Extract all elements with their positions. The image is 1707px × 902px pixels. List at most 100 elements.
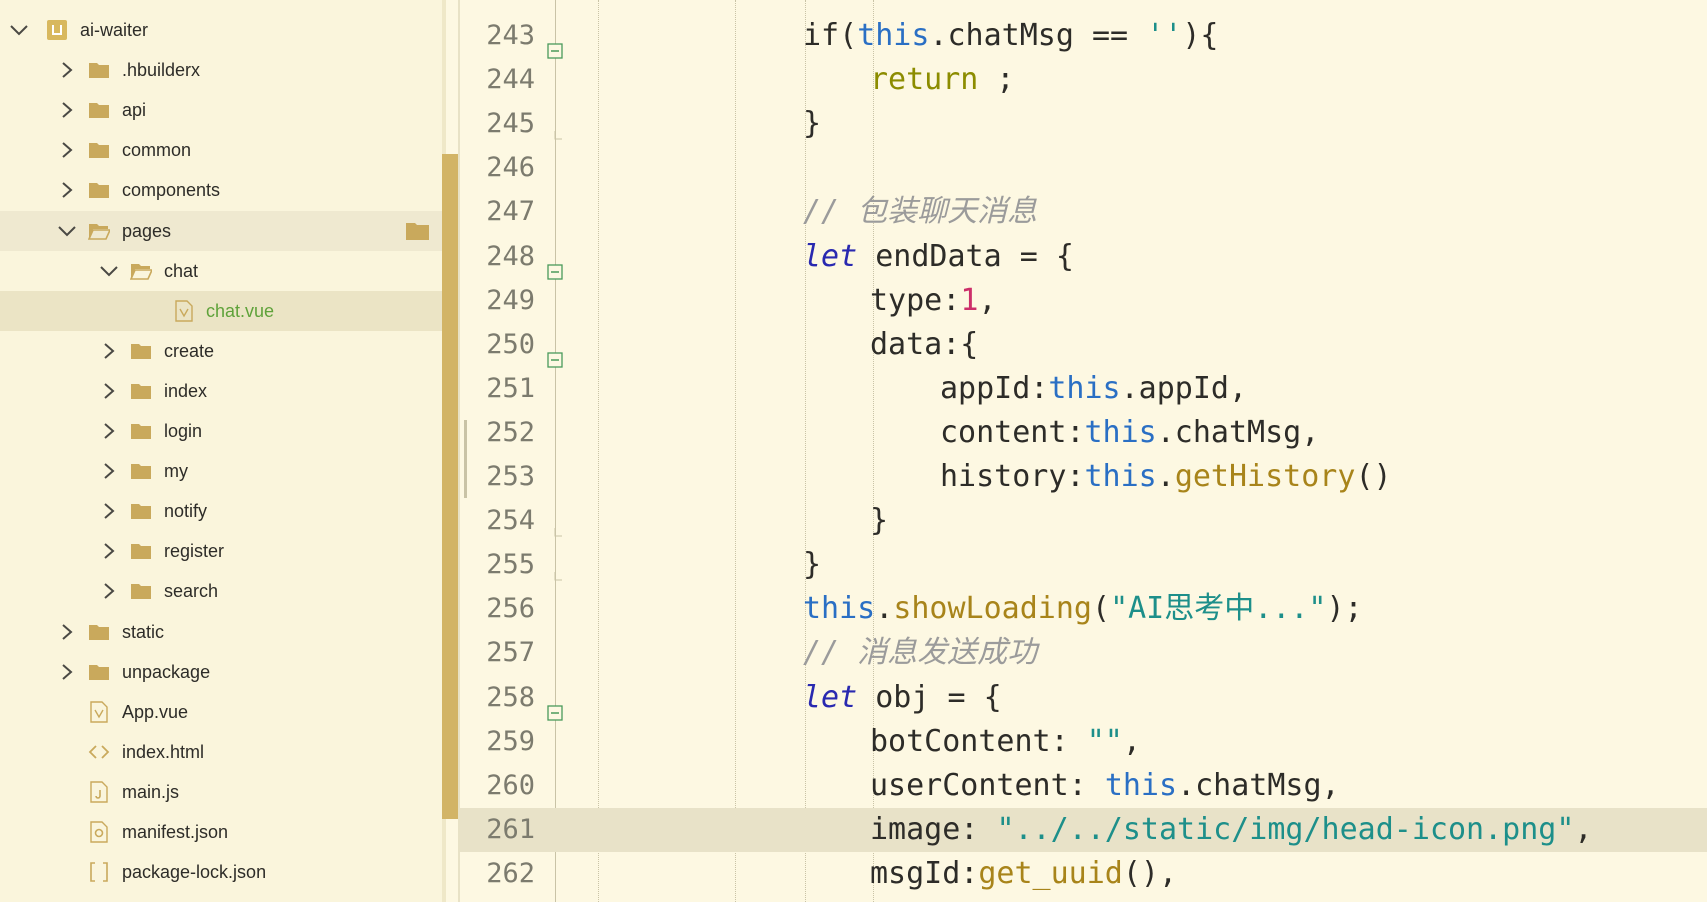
code-token: , [1122, 723, 1141, 759]
code-token: this [1104, 767, 1178, 803]
chevron-right-icon[interactable] [102, 422, 116, 440]
code-line[interactable]: 246 [460, 146, 1707, 190]
chevron-right-icon[interactable] [102, 462, 116, 480]
tree-folder-pages[interactable]: pages [0, 210, 442, 251]
code-line[interactable]: 250 data:{ [460, 323, 1707, 368]
line-number: 250 [486, 328, 535, 360]
code-token: 1 [960, 282, 979, 318]
code-line[interactable]: 261 image: "../../static/img/head-icon.pn… [460, 807, 1707, 852]
folder-icon [130, 580, 152, 602]
code-line[interactable]: 247 // 包装聊天消息 [460, 190, 1707, 234]
tree-folder-register[interactable]: register [0, 531, 442, 571]
tree-item-label: my [164, 461, 188, 482]
code-content: if(this.chatMsg == ''){ [803, 14, 1218, 58]
manifest-file-icon [88, 821, 110, 843]
fold-collapse-icon[interactable] [547, 28, 563, 59]
code-line[interactable]: 244 return ; [460, 58, 1707, 102]
code-line[interactable]: 248 let endData = { [460, 235, 1707, 280]
tree-folder-my[interactable]: my [0, 451, 442, 491]
chevron-right-icon[interactable] [60, 663, 74, 681]
code-line[interactable]: 251 appId:this.appId, [460, 367, 1707, 411]
tree-folder-search[interactable]: search [0, 571, 442, 611]
code-content: msgId:get_uuid(), [870, 852, 1177, 896]
chevron-right-icon[interactable] [102, 382, 116, 400]
tree-folder-index[interactable]: index [0, 371, 442, 411]
folder-open-icon [87, 220, 112, 242]
code-line[interactable]: 253 history:this.getHistory() [460, 455, 1707, 499]
code-token: '' [1146, 18, 1183, 53]
code-token: ( [1092, 591, 1111, 627]
line-number: 256 [486, 593, 535, 625]
line-number: 248 [486, 240, 535, 272]
tree-folder-hbuilderx[interactable]: .hbuilderx [0, 50, 442, 90]
chevron-right-icon[interactable] [60, 181, 74, 199]
tree-file-package-lock-json[interactable]: package-lock.json [0, 852, 442, 892]
fold-collapse-icon[interactable] [547, 249, 563, 280]
tree-folder-ai-waiter[interactable]: ai-waiter [0, 10, 442, 50]
tree-item-label: .hbuilderx [122, 60, 201, 81]
tree-item-label: components [122, 180, 221, 201]
code-line[interactable]: 243 if(this.chatMsg == ''){ [460, 14, 1707, 59]
code-line[interactable]: 256 this.showLoading("AI思考中..."); [460, 587, 1707, 631]
code-token: this [803, 591, 876, 627]
code-line[interactable]: 260 userContent: this.chatMsg, [460, 764, 1707, 808]
tree-file-app-vue[interactable]: App.vue [0, 692, 442, 732]
code-content: } [870, 499, 888, 543]
code-token: () [1355, 459, 1392, 494]
chevron-right-icon[interactable] [102, 582, 116, 600]
code-line[interactable]: 252 content:this.chatMsg, [460, 411, 1707, 455]
code-token: this [1084, 414, 1157, 450]
chevron-right-icon[interactable] [102, 502, 116, 520]
code-editor[interactable]: 243 if(this.chatMsg == ''){244 return ; 245… [460, 0, 1707, 902]
code-line[interactable]: 262 msgId:get_uuid(), [460, 852, 1707, 896]
tree-folder-login[interactable]: login [0, 411, 442, 451]
tree-file-index-html[interactable]: index.html [0, 732, 442, 772]
chevron-down-icon[interactable] [100, 264, 118, 282]
tree-folder-notify[interactable]: notify [0, 491, 442, 531]
code-token: return [870, 62, 979, 98]
tree-folder-api[interactable]: api [0, 90, 442, 130]
code-line[interactable]: 249 type:1, [460, 279, 1707, 323]
tree-file-manifest-json[interactable]: manifest.json [0, 812, 442, 852]
folder-icon [88, 179, 110, 201]
code-line[interactable]: 257 // 消息发送成功 [460, 631, 1707, 675]
tree-folder-chat[interactable]: chat [0, 251, 442, 291]
chevron-right-icon[interactable] [102, 542, 116, 560]
chevron-right-icon[interactable] [102, 342, 116, 360]
new-folder-icon[interactable] [405, 220, 431, 242]
code-line[interactable]: 258 let obj = { [460, 676, 1707, 721]
code-line[interactable]: 255} [460, 543, 1707, 587]
tree-folder-common[interactable]: common [0, 130, 442, 170]
code-token: image: [870, 811, 997, 847]
fold-collapse-icon[interactable] [547, 337, 563, 368]
code-token: "" [1086, 723, 1123, 759]
tree-item-label: main.js [122, 781, 180, 802]
code-token: , [1574, 811, 1593, 847]
tree-folder-unpackage[interactable]: unpackage [0, 652, 442, 692]
code-token: } [870, 503, 889, 539]
chevron-right-icon[interactable] [60, 101, 74, 119]
tree-folder-static[interactable]: static [0, 612, 442, 652]
code-token: ; [978, 62, 1015, 98]
sidebar-scrollbar-thumb[interactable] [442, 154, 458, 819]
tree-file-main-js[interactable]: main.js [0, 772, 442, 812]
code-line[interactable]: 254} [460, 499, 1707, 543]
chevron-right-icon[interactable] [60, 61, 74, 79]
code-line[interactable]: 259 botContent: "", [460, 720, 1707, 764]
vue-file-icon [88, 700, 110, 723]
tree-item-label: static [122, 621, 165, 642]
code-token: userContent: [870, 767, 1105, 803]
code-line[interactable]: 245} [460, 102, 1707, 146]
tree-file-chat-vue[interactable]: chat.vue [0, 290, 442, 331]
chevron-down-icon[interactable] [58, 224, 76, 242]
tree-item-label: create [164, 340, 215, 361]
tree-folder-components[interactable]: components [0, 170, 442, 210]
tree-folder-create[interactable]: create [0, 331, 442, 371]
code-token: showLoading [893, 591, 1092, 627]
fold-collapse-icon[interactable] [547, 690, 563, 721]
tree-item-label: ai-waiter [80, 20, 149, 40]
folder-icon [88, 661, 110, 683]
chevron-right-icon[interactable] [60, 623, 74, 641]
chevron-right-icon[interactable] [60, 141, 74, 159]
chevron-down-icon[interactable] [10, 23, 28, 41]
